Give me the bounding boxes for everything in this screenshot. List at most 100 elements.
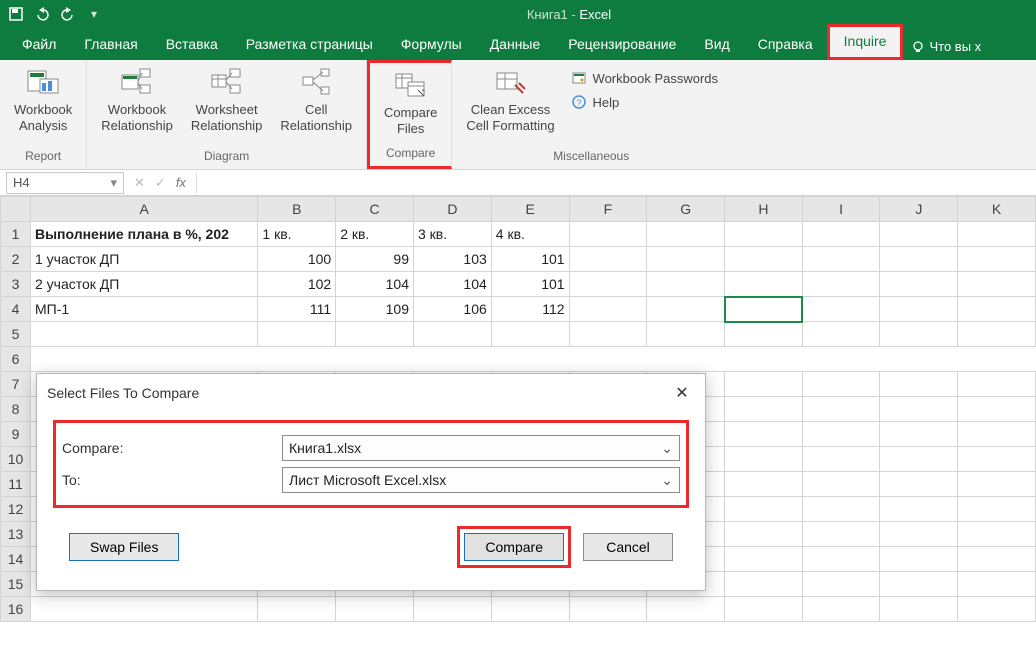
cell[interactable] <box>802 497 880 522</box>
save-icon[interactable] <box>4 2 28 26</box>
cell[interactable] <box>958 322 1036 347</box>
cell[interactable]: 102 <box>258 272 336 297</box>
close-icon[interactable]: ✕ <box>669 380 695 406</box>
tab-data[interactable]: Данные <box>476 30 555 60</box>
cell[interactable] <box>569 222 647 247</box>
cell[interactable] <box>958 397 1036 422</box>
cell[interactable] <box>802 447 880 472</box>
cell[interactable] <box>958 297 1036 322</box>
cell[interactable] <box>725 447 803 472</box>
tab-page-layout[interactable]: Разметка страницы <box>232 30 387 60</box>
cell[interactable]: 4 кв. <box>491 222 569 247</box>
to-file-combo[interactable]: Лист Microsoft Excel.xlsx ⌄ <box>282 467 680 493</box>
cell[interactable]: 109 <box>336 297 414 322</box>
col-header[interactable]: I <box>802 197 880 222</box>
undo-icon[interactable] <box>30 2 54 26</box>
clean-excess-formatting-button[interactable]: Clean Excess Cell Formatting <box>460 64 560 135</box>
cell[interactable] <box>413 322 491 347</box>
cell[interactable] <box>647 597 725 622</box>
cell[interactable] <box>336 322 414 347</box>
cell[interactable]: 3 кв. <box>413 222 491 247</box>
cell[interactable] <box>569 597 647 622</box>
tab-inquire[interactable]: Inquire <box>830 27 901 57</box>
row-header[interactable]: 1 <box>1 222 31 247</box>
cell[interactable] <box>647 247 725 272</box>
cell[interactable] <box>880 322 958 347</box>
cell[interactable] <box>880 447 958 472</box>
cell[interactable] <box>802 472 880 497</box>
row-header[interactable]: 8 <box>1 397 31 422</box>
cell[interactable] <box>725 422 803 447</box>
cell[interactable] <box>802 547 880 572</box>
row-header[interactable]: 9 <box>1 422 31 447</box>
cell[interactable] <box>880 397 958 422</box>
cell[interactable] <box>880 247 958 272</box>
col-header[interactable]: F <box>569 197 647 222</box>
col-header[interactable]: B <box>258 197 336 222</box>
cell[interactable]: 100 <box>258 247 336 272</box>
col-header[interactable]: D <box>413 197 491 222</box>
tell-me[interactable]: Что вы х <box>903 33 989 60</box>
qat-customize-icon[interactable]: ▾ <box>82 2 106 26</box>
cell[interactable] <box>725 247 803 272</box>
cell[interactable] <box>958 272 1036 297</box>
col-header[interactable]: C <box>336 197 414 222</box>
cell[interactable] <box>725 272 803 297</box>
cell[interactable]: 2 участок ДП <box>30 272 257 297</box>
cell[interactable] <box>569 247 647 272</box>
compare-button[interactable]: Compare <box>464 533 564 561</box>
cell[interactable] <box>413 597 491 622</box>
row-header[interactable]: 6 <box>1 347 31 372</box>
cell[interactable] <box>647 297 725 322</box>
col-header[interactable]: J <box>880 197 958 222</box>
cell[interactable] <box>491 322 569 347</box>
tab-help[interactable]: Справка <box>744 30 827 60</box>
col-header[interactable]: G <box>647 197 725 222</box>
cell[interactable] <box>880 597 958 622</box>
col-header[interactable]: K <box>958 197 1036 222</box>
cell[interactable] <box>802 397 880 422</box>
active-cell[interactable] <box>725 297 803 322</box>
cell[interactable]: 111 <box>258 297 336 322</box>
cell[interactable] <box>258 597 336 622</box>
cell[interactable] <box>880 547 958 572</box>
cell[interactable] <box>802 272 880 297</box>
select-all-corner[interactable] <box>1 197 31 222</box>
cell[interactable] <box>958 222 1036 247</box>
cell[interactable] <box>725 522 803 547</box>
cell[interactable]: 112 <box>491 297 569 322</box>
cell[interactable] <box>880 497 958 522</box>
cell[interactable] <box>880 522 958 547</box>
row-header[interactable]: 10 <box>1 447 31 472</box>
cell[interactable] <box>802 522 880 547</box>
cell[interactable] <box>725 372 803 397</box>
enter-formula-icon[interactable]: ✓ <box>155 175 166 191</box>
swap-files-button[interactable]: Swap Files <box>69 533 179 561</box>
cell[interactable] <box>958 247 1036 272</box>
cell[interactable] <box>958 522 1036 547</box>
compare-file-combo[interactable]: Книга1.xlsx ⌄ <box>282 435 680 461</box>
cell[interactable] <box>725 397 803 422</box>
cell[interactable]: 104 <box>336 272 414 297</box>
cancel-button[interactable]: Cancel <box>583 533 673 561</box>
cell[interactable] <box>802 422 880 447</box>
name-box[interactable]: H4 ▾ <box>6 172 124 194</box>
cell[interactable] <box>725 472 803 497</box>
cell[interactable] <box>802 222 880 247</box>
cell[interactable] <box>569 272 647 297</box>
cell[interactable]: 101 <box>491 247 569 272</box>
row-header[interactable]: 3 <box>1 272 31 297</box>
row-header[interactable]: 2 <box>1 247 31 272</box>
worksheet-relationship-button[interactable]: Worksheet Relationship <box>185 64 269 135</box>
cell[interactable]: 1 участок ДП <box>30 247 257 272</box>
cell[interactable] <box>880 297 958 322</box>
cell[interactable] <box>569 322 647 347</box>
cell[interactable] <box>880 422 958 447</box>
col-header[interactable]: H <box>725 197 803 222</box>
cell[interactable] <box>491 597 569 622</box>
cell[interactable] <box>880 472 958 497</box>
cell[interactable]: 106 <box>413 297 491 322</box>
cell[interactable] <box>802 372 880 397</box>
cell[interactable] <box>725 322 803 347</box>
cell[interactable] <box>725 497 803 522</box>
